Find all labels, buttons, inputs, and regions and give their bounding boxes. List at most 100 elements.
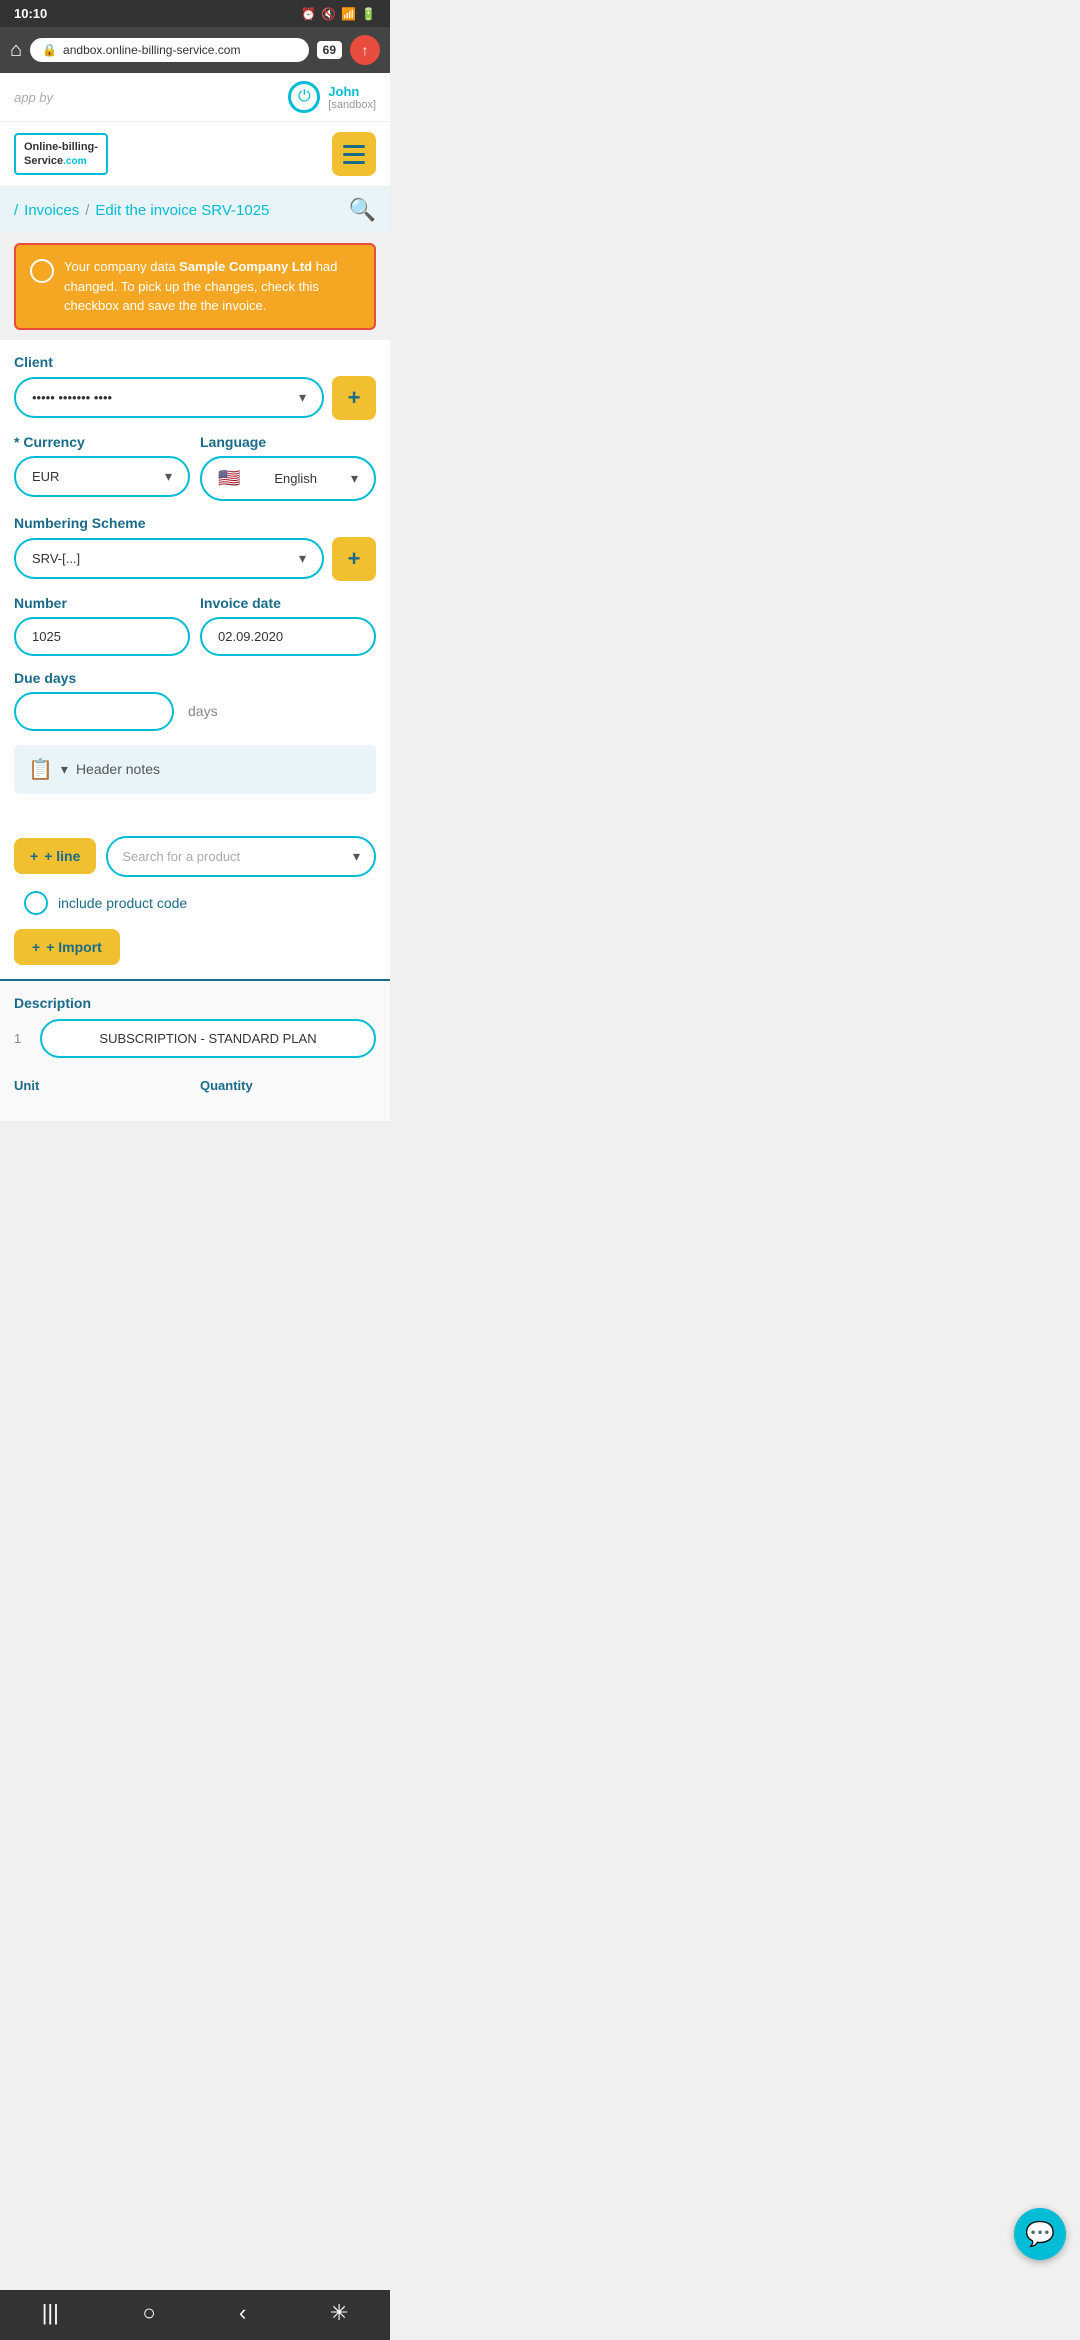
language-label: Language <box>200 434 376 450</box>
number-field-group: Number <box>14 595 190 656</box>
breadcrumb-separator: / <box>85 202 89 219</box>
include-product-code-radio[interactable] <box>24 891 48 915</box>
add-client-button[interactable]: + <box>332 376 376 420</box>
lock-icon: 🔒 <box>42 43 57 57</box>
numbering-value: SRV-[...] <box>32 551 80 566</box>
number-input[interactable] <box>14 617 190 656</box>
unit-group: Unit <box>14 1068 190 1093</box>
form-area: Client ••••• ••••••• •••• ▾ + * Currency… <box>0 340 390 822</box>
app-by-text: app by <box>14 90 53 105</box>
breadcrumb-current: Edit the invoice SRV-1025 <box>95 202 269 219</box>
logo-bar: Online-billing- Service.com <box>0 122 390 187</box>
chat-icon: 💬 <box>1025 2220 1055 2249</box>
breadcrumb: / Invoices / Edit the invoice SRV-1025 <box>14 202 269 219</box>
warning-checkbox[interactable] <box>30 259 54 283</box>
client-select[interactable]: ••••• ••••••• •••• ▾ <box>14 377 324 418</box>
import-btn-label: + Import <box>46 939 102 955</box>
product-search-dropdown[interactable]: Search for a product ▾ <box>106 836 376 877</box>
client-value: ••••• ••••••• •••• <box>32 390 112 405</box>
user-role: [sandbox] <box>328 99 376 111</box>
logo: Online-billing- Service.com <box>14 133 108 176</box>
line-btn-label: + line <box>44 848 80 864</box>
numbering-select[interactable]: SRV-[...] ▾ <box>14 538 324 579</box>
alarm-icon: ⏰ <box>301 7 316 21</box>
chevron-down-icon: ▾ <box>351 470 358 487</box>
quantity-label: Quantity <box>200 1078 376 1093</box>
row-number: 1 <box>14 1031 30 1046</box>
plus-icon: + <box>30 848 38 864</box>
chevron-down-icon: ▾ <box>353 848 360 865</box>
chat-button[interactable]: 💬 <box>1014 2208 1066 2260</box>
language-field-group: Language 🇺🇸 English ▾ <box>200 434 376 501</box>
user-info: ⏻ John [sandbox] <box>288 81 376 113</box>
chevron-down-icon: ▾ <box>165 468 172 485</box>
description-label: Description <box>14 995 376 1011</box>
add-line-button[interactable]: + + line <box>14 838 96 874</box>
search-icon[interactable]: 🔍 <box>349 197 376 223</box>
due-days-row: days <box>14 692 376 731</box>
nav-home-icon[interactable]: ○ <box>142 2300 155 2326</box>
bottom-nav: ||| ○ ‹ ✳ <box>0 2290 390 2340</box>
menu-button[interactable] <box>332 132 376 176</box>
nav-accessibility-icon[interactable]: ✳ <box>330 2300 348 2326</box>
client-row: ••••• ••••••• •••• ▾ + <box>14 376 376 420</box>
notes-icon: 📋 <box>28 757 53 782</box>
url-bar[interactable]: 🔒 andbox.online-billing-service.com <box>30 38 309 62</box>
include-product-code-row: include product code <box>14 891 376 915</box>
invoice-date-field-group: Invoice date <box>200 595 376 656</box>
chevron-down-icon: ▾ <box>299 550 306 567</box>
language-select[interactable]: 🇺🇸 English ▾ <box>200 456 376 501</box>
description-area: Description 1 SUBSCRIPTION - STANDARD PL… <box>0 979 390 1121</box>
home-icon[interactable]: ⌂ <box>10 39 22 62</box>
breadcrumb-separator-start: / <box>14 202 18 219</box>
nav-back-icon[interactable]: ‹ <box>239 2300 246 2326</box>
number-label: Number <box>14 595 190 611</box>
app-header: app by ⏻ John [sandbox] <box>0 73 390 122</box>
due-days-label: Due days <box>14 670 376 686</box>
language-value: English <box>274 471 317 486</box>
currency-label: * Currency <box>14 434 190 450</box>
warning-text: Your company data Sample Company Ltd had… <box>64 257 360 316</box>
flag-icon: 🇺🇸 <box>218 468 240 489</box>
user-name: John <box>328 84 376 99</box>
import-button[interactable]: + + Import <box>14 929 120 965</box>
currency-language-row: * Currency EUR ▾ Language 🇺🇸 English ▾ <box>14 434 376 501</box>
line-area: + + line Search for a product ▾ include … <box>0 822 390 979</box>
logo-line1: Online-billing- <box>24 141 98 153</box>
url-text: andbox.online-billing-service.com <box>63 43 240 57</box>
header-notes-label: Header notes <box>76 761 160 777</box>
chevron-down-icon: ▾ <box>299 389 306 406</box>
tab-count[interactable]: 69 <box>317 41 342 59</box>
time: 10:10 <box>14 6 47 21</box>
signal-icon: 📶 <box>341 7 356 21</box>
header-notes-section[interactable]: 📋 ▾ Header notes <box>14 745 376 794</box>
include-product-code-label: include product code <box>58 895 187 911</box>
warning-text-before: Your company data <box>64 259 179 274</box>
currency-field-group: * Currency EUR ▾ <box>14 434 190 501</box>
due-days-suffix: days <box>188 703 218 719</box>
invoice-date-label: Invoice date <box>200 595 376 611</box>
due-days-input[interactable] <box>14 692 174 731</box>
status-icons: ⏰ 🔇 📶 🔋 <box>301 7 376 21</box>
breadcrumb-bar: / Invoices / Edit the invoice SRV-1025 🔍 <box>0 187 390 233</box>
invoice-date-input[interactable] <box>200 617 376 656</box>
description-row: 1 SUBSCRIPTION - STANDARD PLAN <box>14 1019 376 1058</box>
user-details: John [sandbox] <box>328 84 376 111</box>
description-field[interactable]: SUBSCRIPTION - STANDARD PLAN <box>40 1019 376 1058</box>
unit-quantity-row: Unit Quantity <box>14 1068 376 1093</box>
line-row: + + line Search for a product ▾ <box>14 836 376 877</box>
plus-icon: + <box>32 939 40 955</box>
upload-button[interactable]: ↑ <box>350 35 380 65</box>
product-search-placeholder: Search for a product <box>122 849 240 864</box>
power-icon[interactable]: ⏻ <box>288 81 320 113</box>
quantity-group: Quantity <box>200 1068 376 1093</box>
add-numbering-button[interactable]: + <box>332 537 376 581</box>
logo-line2: Service <box>24 155 63 167</box>
unit-label: Unit <box>14 1078 190 1093</box>
warning-box: Your company data Sample Company Ltd had… <box>14 243 376 330</box>
nav-menu-icon[interactable]: ||| <box>42 2300 59 2326</box>
currency-select[interactable]: EUR ▾ <box>14 456 190 497</box>
browser-bar: ⌂ 🔒 andbox.online-billing-service.com 69… <box>0 27 390 73</box>
status-bar: 10:10 ⏰ 🔇 📶 🔋 <box>0 0 390 27</box>
breadcrumb-invoices[interactable]: Invoices <box>24 202 79 219</box>
